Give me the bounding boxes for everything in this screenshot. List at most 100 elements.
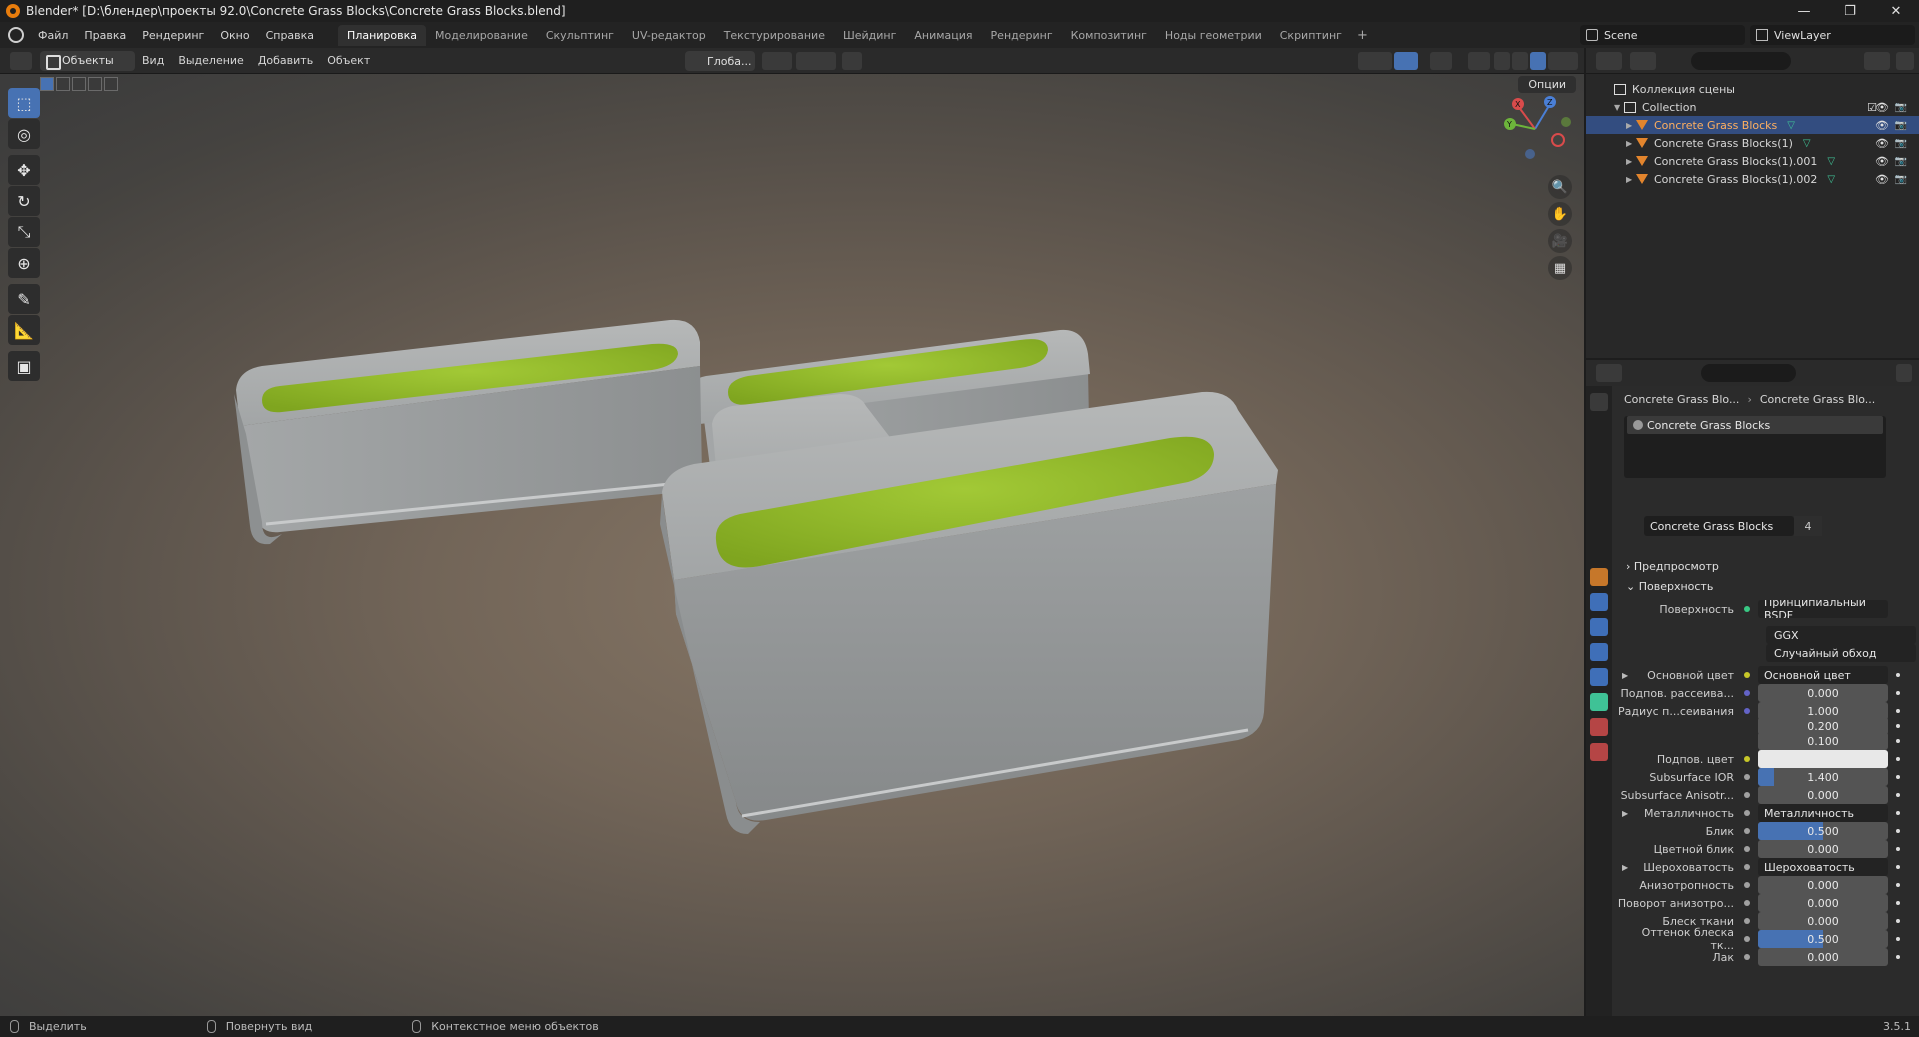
- linked-input-field[interactable]: Шероховатость: [1758, 858, 1888, 876]
- outliner-search-input[interactable]: [1691, 52, 1791, 70]
- outliner-editor-type[interactable]: [1596, 52, 1622, 70]
- socket-dot-icon[interactable]: [1744, 792, 1750, 798]
- properties-search-input[interactable]: [1701, 364, 1796, 382]
- outliner-display-mode[interactable]: [1630, 52, 1656, 70]
- number-field[interactable]: 0.000: [1758, 894, 1888, 912]
- expand-icon[interactable]: ▶: [1622, 809, 1628, 818]
- object-mode-dropdown[interactable]: Объекты: [40, 50, 135, 71]
- xray-button[interactable]: [1468, 52, 1490, 70]
- mesh-data-icon[interactable]: ▽: [1787, 120, 1795, 131]
- properties-editor-type[interactable]: [1596, 364, 1622, 382]
- viewport-menu-view[interactable]: Вид: [135, 54, 171, 67]
- socket-dot-icon[interactable]: [1744, 882, 1750, 888]
- close-button[interactable]: ✕: [1873, 0, 1919, 22]
- material-tab-icon[interactable]: [1590, 718, 1608, 736]
- render-tab-icon[interactable]: [1590, 418, 1608, 436]
- number-field[interactable]: 0.500: [1758, 930, 1888, 948]
- new-collection-button[interactable]: [1896, 52, 1914, 70]
- socket-dot-icon[interactable]: [1744, 810, 1750, 816]
- mesh-data-icon[interactable]: ▽: [1827, 174, 1835, 185]
- expand-icon[interactable]: ▶: [1626, 139, 1636, 148]
- mesh-data-icon[interactable]: ▽: [1803, 138, 1811, 149]
- number-field[interactable]: 0.000: [1758, 840, 1888, 858]
- texture-tab-icon[interactable]: [1590, 743, 1608, 761]
- socket-dot-icon[interactable]: [1744, 954, 1750, 960]
- 3d-viewport[interactable]: Опции ⬚ ◎ ✥ ↻ ⤡ ⊕ ✎ 📐 ▣ Z X Y 🔍 ✋ 🎥 ▦: [0, 74, 1584, 1016]
- properties-options[interactable]: [1896, 364, 1912, 382]
- socket-dot-icon[interactable]: [1744, 672, 1750, 678]
- tab-compositing[interactable]: Композитинг: [1062, 25, 1156, 46]
- rendered-shading-button[interactable]: [1548, 52, 1578, 70]
- keyframe-dot-icon[interactable]: [1896, 919, 1900, 923]
- keyframe-dot-icon[interactable]: [1896, 901, 1900, 905]
- number-field[interactable]: 0.000: [1758, 786, 1888, 804]
- number-field[interactable]: 0.000: [1758, 948, 1888, 966]
- maximize-button[interactable]: ❐: [1827, 0, 1873, 22]
- socket-dot-icon[interactable]: [1744, 846, 1750, 852]
- number-field[interactable]: 1.400: [1758, 768, 1888, 786]
- world-tab-icon[interactable]: [1590, 518, 1608, 536]
- socket-dot-icon[interactable]: [1744, 756, 1750, 762]
- tab-rendering[interactable]: Рендеринг: [982, 25, 1062, 46]
- color-field[interactable]: [1758, 750, 1888, 768]
- surface-shader-field[interactable]: Принципиальный BSDF: [1758, 600, 1888, 618]
- outliner-scene-collection[interactable]: Коллекция сцены: [1586, 80, 1919, 98]
- number-field[interactable]: 0.000: [1758, 684, 1888, 702]
- keyframe-dot-icon[interactable]: [1896, 883, 1900, 887]
- minimize-button[interactable]: —: [1781, 0, 1827, 22]
- expand-icon[interactable]: ▼: [1614, 103, 1624, 112]
- view-layer-selector[interactable]: ViewLayer: [1750, 25, 1915, 45]
- expand-icon[interactable]: ▶: [1622, 671, 1628, 680]
- add-workspace-button[interactable]: +: [1351, 28, 1374, 43]
- view-layer-tab-icon[interactable]: [1590, 468, 1608, 486]
- number-field[interactable]: 0.000: [1758, 912, 1888, 930]
- material-user-count[interactable]: 4: [1794, 516, 1822, 536]
- socket-dot-icon[interactable]: [1744, 828, 1750, 834]
- camera-view-icon[interactable]: 🎥: [1548, 229, 1572, 253]
- outliner-object-row[interactable]: ▶ Concrete Grass Blocks ▽ 👁 📷: [1586, 116, 1919, 134]
- constraints-tab-icon[interactable]: [1590, 668, 1608, 686]
- socket-dot-icon[interactable]: [1744, 708, 1750, 714]
- menu-window[interactable]: Окно: [212, 29, 257, 42]
- number-field[interactable]: 0.500: [1758, 822, 1888, 840]
- wireframe-shading-button[interactable]: [1494, 52, 1510, 70]
- block-back-left[interactable]: [234, 319, 702, 545]
- keyframe-dot-icon[interactable]: [1896, 847, 1900, 851]
- visibility-eye-icon[interactable]: 👁: [1875, 173, 1889, 186]
- viewport-menu-object[interactable]: Объект: [320, 54, 377, 67]
- tab-layout[interactable]: Планировка: [338, 24, 427, 46]
- modifier-tab-icon[interactable]: [1590, 593, 1608, 611]
- outliner-object-row[interactable]: ▶ Concrete Grass Blocks(1).001 ▽ 👁 📷: [1586, 152, 1919, 170]
- menu-render[interactable]: Рендеринг: [134, 29, 212, 42]
- outliner-object-row[interactable]: ▶ Concrete Grass Blocks(1) ▽ 👁 📷: [1586, 134, 1919, 152]
- number-field[interactable]: 0.100: [1758, 732, 1888, 750]
- socket-dot-icon[interactable]: [1744, 690, 1750, 696]
- object-tab-icon[interactable]: [1590, 568, 1608, 586]
- render-camera-icon[interactable]: 📷: [1895, 156, 1907, 167]
- keyframe-dot-icon[interactable]: [1896, 775, 1900, 779]
- tab-texture-paint[interactable]: Текстурирование: [715, 25, 834, 46]
- material-preview-shading-button[interactable]: [1530, 52, 1546, 70]
- editor-type-dropdown[interactable]: [10, 51, 32, 70]
- viewport-menu-select[interactable]: Выделение: [171, 54, 251, 67]
- visibility-button[interactable]: [1358, 52, 1392, 70]
- keyframe-dot-icon[interactable]: [1896, 709, 1900, 713]
- expand-icon[interactable]: ▶: [1626, 157, 1636, 166]
- pan-hand-icon[interactable]: ✋: [1548, 202, 1572, 226]
- section-surface[interactable]: ⌄ Поверхность: [1626, 580, 1713, 593]
- render-camera-icon[interactable]: 📷: [1895, 138, 1907, 149]
- keyframe-dot-icon[interactable]: [1896, 811, 1900, 815]
- keyframe-dot-icon[interactable]: [1896, 691, 1900, 695]
- tab-uv-editing[interactable]: UV-редактор: [623, 25, 715, 46]
- tab-geometry-nodes[interactable]: Ноды геометрии: [1156, 25, 1271, 46]
- pivot-point-button[interactable]: [762, 52, 792, 70]
- menu-file[interactable]: Файл: [30, 29, 76, 42]
- render-camera-icon[interactable]: 📷: [1895, 120, 1907, 131]
- collection-tab-icon[interactable]: [1590, 543, 1608, 561]
- gizmo-toggle-button[interactable]: [1394, 52, 1418, 70]
- output-tab-icon[interactable]: [1590, 443, 1608, 461]
- transform-orientation-dropdown[interactable]: Глоба...: [685, 51, 755, 71]
- outliner-collection[interactable]: ▼ Collection ☑ 👁 📷: [1586, 98, 1919, 116]
- physics-tab-icon[interactable]: [1590, 643, 1608, 661]
- socket-dot-icon[interactable]: [1744, 900, 1750, 906]
